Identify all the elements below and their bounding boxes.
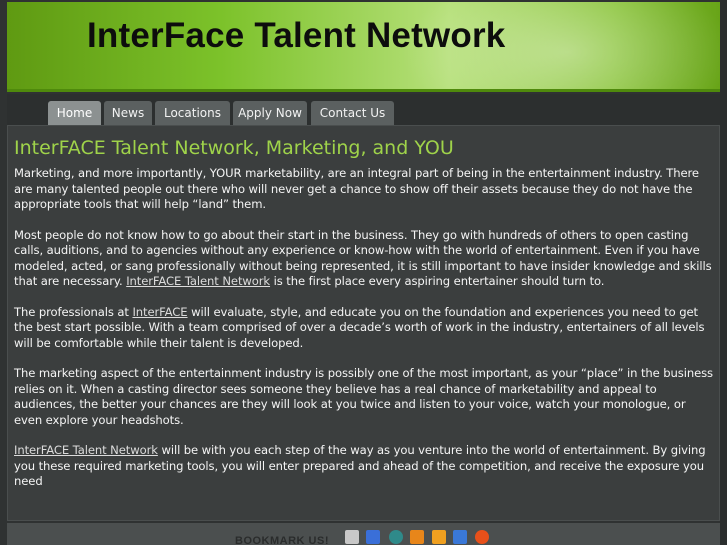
paragraph-4: The marketing aspect of the entertainmen… <box>14 366 713 427</box>
interface-link[interactable]: InterFACE <box>132 305 187 319</box>
reddit-icon[interactable] <box>432 530 446 544</box>
newsvine-icon[interactable] <box>389 530 403 544</box>
paragraph-2: Most people do not know how to go about … <box>14 228 713 290</box>
digg-icon[interactable] <box>345 530 359 544</box>
tab-news[interactable]: News <box>104 101 152 125</box>
paragraph-3: The professionals at InterFACE will eval… <box>14 305 713 352</box>
paragraph-1: Marketing, and more importantly, YOUR ma… <box>14 166 699 211</box>
delicious-icon[interactable] <box>366 530 380 544</box>
tab-apply-now[interactable]: Apply Now <box>233 101 307 125</box>
paragraph-2-text-b: is the first place every aspiring entert… <box>270 274 605 288</box>
google-icon[interactable] <box>453 530 467 544</box>
tab-locations[interactable]: Locations <box>155 101 230 125</box>
interface-talent-network-link-2[interactable]: InterFACE Talent Network <box>14 443 158 457</box>
site-title: InterFace Talent Network <box>87 16 506 55</box>
bookmark-label: BOOKMARK US! <box>235 535 329 545</box>
main-content: InterFACE Talent Network, Marketing, and… <box>7 125 720 521</box>
right-gutter <box>720 0 727 545</box>
footer <box>7 523 720 545</box>
page-title: InterFACE Talent Network, Marketing, and… <box>14 137 454 159</box>
furl-icon[interactable] <box>410 530 424 544</box>
paragraph-3-text-a: The professionals at <box>14 304 133 319</box>
interface-talent-network-link[interactable]: InterFACE Talent Network <box>126 274 270 288</box>
header-banner: InterFace Talent Network <box>7 2 720 92</box>
tab-contact-us[interactable]: Contact Us <box>311 101 394 125</box>
tab-home[interactable]: Home <box>48 101 101 125</box>
stumbleupon-icon[interactable] <box>475 530 489 544</box>
paragraph-5: InterFACE Talent Network will be with yo… <box>14 443 713 490</box>
